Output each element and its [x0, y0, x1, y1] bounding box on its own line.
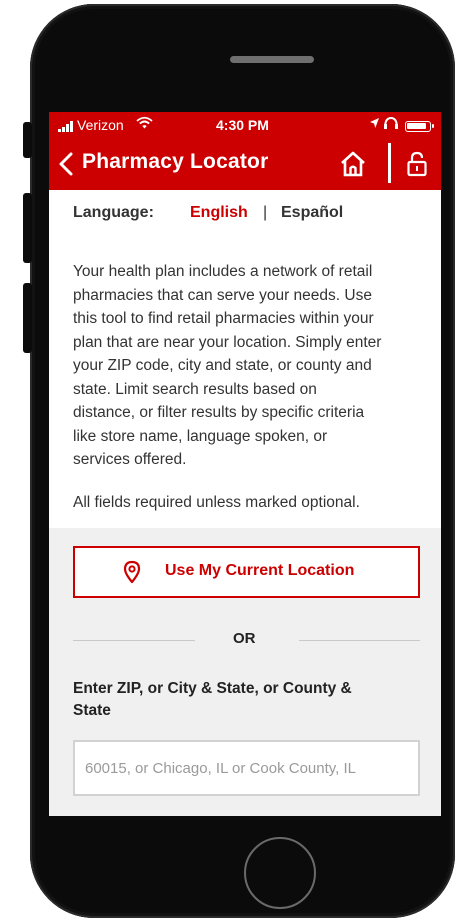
location-search-input[interactable] [73, 740, 420, 796]
or-divider: OR [73, 630, 420, 650]
language-option-english[interactable]: English [190, 204, 248, 222]
intro-line: like store name, language spoken, or [73, 427, 328, 445]
intro-line: distance, or filter results by specific … [73, 404, 365, 421]
location-field-label: Enter ZIP, or City & State, or County & … [73, 678, 413, 722]
wifi-icon [136, 116, 153, 133]
signal-strength-icon [58, 121, 74, 132]
or-label: OR [233, 630, 256, 647]
app-header: Verizon 4:30 PM Pharmacy Locator [49, 112, 441, 190]
volume-up-button [23, 193, 32, 263]
carrier-name: Verizon [77, 117, 124, 133]
divider-line-left [73, 640, 195, 641]
lock-icon [407, 151, 427, 177]
nav-bar: Pharmacy Locator [49, 138, 441, 190]
location-field-label-line: State [73, 702, 111, 719]
language-label: Language: [73, 204, 154, 221]
header-divider [388, 143, 391, 183]
status-bar: Verizon 4:30 PM [49, 112, 441, 138]
required-fields-note: All fields required unless marked option… [73, 494, 360, 511]
phone-home-button[interactable] [244, 837, 316, 909]
language-separator: | [263, 204, 268, 221]
status-time: 4:30 PM [216, 117, 269, 133]
volume-down-button [23, 283, 32, 353]
intro-line: plan that are near your location. Simply… [73, 333, 382, 351]
back-button[interactable] [55, 150, 79, 178]
use-current-location-label: Use My Current Location [165, 562, 355, 579]
intro-line: pharmacies that can serve your needs. Us… [73, 286, 372, 304]
mute-switch [23, 122, 32, 158]
intro-line: services offered. [73, 451, 187, 468]
main-content: Language: English | Español Your health … [49, 190, 441, 816]
battery-icon [405, 121, 434, 132]
divider-line-right [299, 640, 420, 641]
logout-button[interactable] [406, 151, 428, 177]
phone-speaker [230, 56, 314, 63]
chevron-left-icon [59, 152, 73, 176]
phone-screen: Verizon 4:30 PM Pharmacy Locator Languag… [49, 112, 441, 816]
page-title: Pharmacy Locator [82, 150, 269, 173]
location-pin-icon [123, 560, 141, 584]
intro-line: Your health plan includes a network of r… [73, 263, 373, 280]
home-icon [341, 151, 365, 177]
intro-line: state. Limit search results based on [73, 380, 317, 398]
location-field-label-line: Enter ZIP, or City & State, or County & [73, 680, 352, 697]
intro-line: your ZIP code, city and state, or county… [73, 357, 372, 374]
search-form: Use My Current Location OR Enter ZIP, or… [49, 528, 441, 816]
hearing-device-icon [383, 116, 399, 132]
intro-paragraph: Your health plan includes a network of r… [73, 260, 429, 472]
intro-line: this tool to find retail pharmacies with… [73, 310, 374, 327]
location-services-icon [369, 117, 380, 132]
home-button[interactable] [338, 149, 368, 179]
stage: Verizon 4:30 PM Pharmacy Locator Languag… [0, 0, 459, 921]
use-current-location-button[interactable]: Use My Current Location [73, 546, 420, 598]
language-option-spanish[interactable]: Español [281, 204, 343, 222]
